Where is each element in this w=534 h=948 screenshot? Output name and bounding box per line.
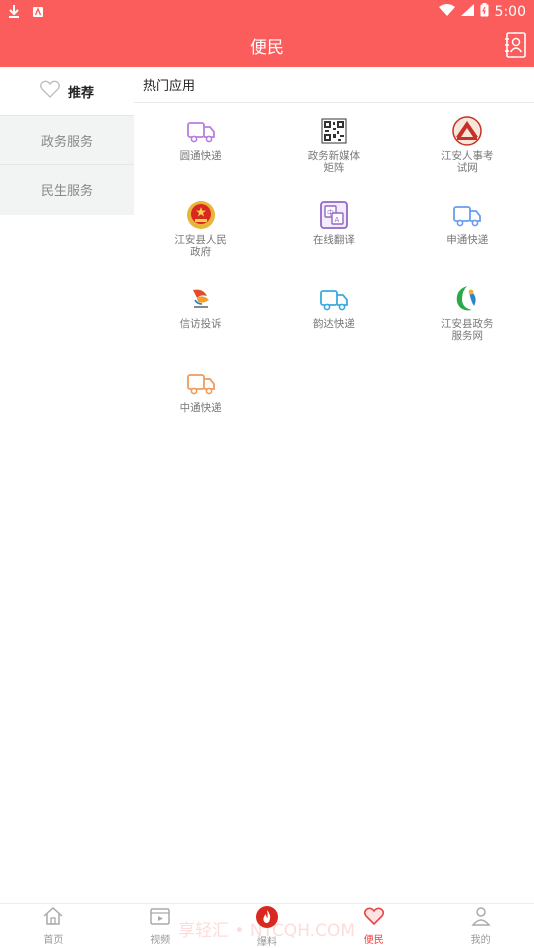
wifi-icon bbox=[438, 4, 455, 20]
sidebar-item-label: 民生服务 bbox=[40, 184, 93, 199]
qrcode-icon bbox=[319, 116, 349, 146]
app-label: 政务新媒体矩阵 bbox=[307, 150, 361, 174]
app-bar: 便民 bbox=[0, 24, 534, 67]
app-label: 圆通快递 bbox=[179, 150, 222, 162]
app-label: 江安人事考试网 bbox=[440, 150, 494, 174]
status-bar: 5:00 bbox=[0, 0, 534, 24]
app-item-yto[interactable]: 圆通快递 bbox=[134, 112, 267, 196]
app-label: 在线翻译 bbox=[312, 234, 355, 246]
sidebar-item-label: 推荐 bbox=[67, 85, 94, 101]
app-label: 申通快递 bbox=[446, 234, 489, 246]
app-item-exam[interactable]: 江安人事考试网 bbox=[401, 112, 534, 196]
tab-label: 我的 bbox=[470, 935, 491, 946]
truck-icon bbox=[452, 200, 482, 230]
gov-service-logo-icon bbox=[452, 284, 482, 314]
app-item-zto[interactable]: 中通快递 bbox=[134, 364, 267, 448]
sidebar-item-recommend[interactable]: 推荐 bbox=[0, 67, 134, 116]
tab-label: 首页 bbox=[43, 935, 64, 946]
app-label: 韵达快递 bbox=[312, 318, 355, 330]
translate-icon: 中A bbox=[319, 200, 349, 230]
app-item-county-gov[interactable]: 江安县人民政府 bbox=[134, 196, 267, 280]
national-emblem-icon bbox=[186, 200, 216, 230]
app-label: 江安县政务服务网 bbox=[440, 318, 494, 342]
download-icon bbox=[8, 3, 20, 22]
battery-icon bbox=[480, 3, 489, 21]
section-header: 热门应用 bbox=[134, 67, 534, 103]
svg-text:A: A bbox=[334, 216, 339, 224]
petition-logo-icon bbox=[186, 284, 216, 314]
contact-book-icon[interactable] bbox=[504, 32, 526, 58]
pta-logo-icon bbox=[452, 116, 482, 146]
app-label: 江安县人民政府 bbox=[174, 234, 227, 258]
sidebar-item-gov-service[interactable]: 政务服务 bbox=[0, 116, 134, 165]
sidebar-item-label: 政务服务 bbox=[40, 134, 93, 150]
app-grid: 圆通快递 政务新媒体矩阵 江安人事考试网 江安县人民政府 中A 在线翻译 申通快… bbox=[134, 112, 534, 448]
truck-icon bbox=[186, 368, 216, 398]
tab-label: 便民 bbox=[363, 935, 384, 946]
tab-home[interactable]: 首页 bbox=[0, 904, 107, 948]
app-item-gov-media[interactable]: 政务新媒体矩阵 bbox=[267, 112, 400, 196]
app-item-gov-service-net[interactable]: 江安县政务服务网 bbox=[401, 280, 534, 364]
app-item-sto[interactable]: 申通快递 bbox=[401, 196, 534, 280]
heart-outline-icon bbox=[40, 80, 60, 102]
home-icon bbox=[42, 906, 64, 930]
status-time: 5:00 bbox=[494, 4, 526, 20]
sim-icon bbox=[32, 3, 44, 22]
section-title: 热门应用 bbox=[143, 79, 196, 94]
tab-label: 视频 bbox=[150, 935, 171, 946]
video-icon bbox=[149, 906, 171, 930]
app-item-yunda[interactable]: 韵达快递 bbox=[267, 280, 400, 364]
sidebar-item-livelihood[interactable]: 民生服务 bbox=[0, 165, 134, 214]
app-label: 中通快递 bbox=[179, 402, 222, 414]
truck-icon bbox=[186, 116, 216, 146]
svg-text:中: 中 bbox=[327, 208, 334, 217]
page-title: 便民 bbox=[250, 38, 284, 58]
category-sidebar: 推荐 政务服务 民生服务 bbox=[0, 67, 134, 215]
app-item-petition[interactable]: 信访投诉 bbox=[134, 280, 267, 364]
signal-icon bbox=[460, 4, 474, 20]
app-item-translate[interactable]: 中A 在线翻译 bbox=[267, 196, 400, 280]
user-icon bbox=[470, 906, 492, 930]
app-label: 信访投诉 bbox=[179, 318, 222, 330]
heart-icon bbox=[363, 906, 385, 930]
watermark: 享轻汇 • NTCQH.COM bbox=[178, 921, 355, 941]
truck-icon bbox=[319, 284, 349, 314]
tab-mine[interactable]: 我的 bbox=[427, 904, 534, 948]
